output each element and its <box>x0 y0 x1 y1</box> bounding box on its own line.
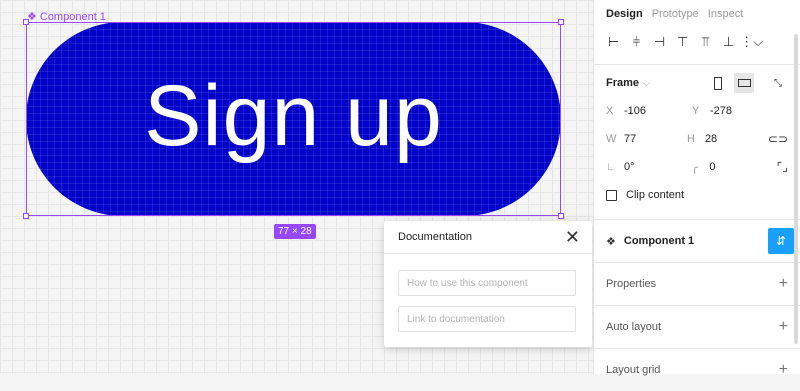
align-left-icon[interactable]: ⊢ <box>602 34 625 50</box>
component-label-text: Component 1 <box>39 10 106 23</box>
constrain-proportions-icon[interactable]: ⊂⊃ <box>768 132 788 146</box>
size-badge: 77 × 28 <box>274 224 316 239</box>
independent-corners-icon[interactable]: ⌜⌟ <box>777 160 788 174</box>
tab-design[interactable]: Design <box>606 8 643 20</box>
resize-handle-bottom-left[interactable] <box>23 213 29 219</box>
documentation-popup: Documentation ✕ How to use this componen… <box>384 221 592 347</box>
align-top-icon[interactable]: ⊤ <box>671 34 694 50</box>
properties-label: Properties <box>606 278 657 290</box>
height-input[interactable]: 28 <box>705 133 717 145</box>
landscape-icon[interactable] <box>734 73 754 93</box>
rotation-input[interactable]: 0° <box>624 161 635 173</box>
resize-handle-top-right[interactable] <box>558 19 564 25</box>
add-property-icon[interactable]: + <box>779 275 788 293</box>
rotation-radius-row: ∟ 0° ╭ 0 ⌜⌟ <box>594 153 800 181</box>
y-label: Y <box>692 105 700 117</box>
frame-header: Frame ⌵ ⤡ <box>594 69 800 97</box>
documentation-link-field[interactable]: Link to documentation <box>398 306 576 332</box>
component-section: ❖ Component 1 ⇵ <box>594 219 800 262</box>
add-auto-layout-icon[interactable]: + <box>779 318 788 336</box>
component-name[interactable]: Component 1 <box>624 235 694 247</box>
h-label: H <box>686 133 695 145</box>
corner-radius-input[interactable]: 0 <box>709 161 715 173</box>
portrait-icon[interactable] <box>708 73 728 93</box>
layout-grid-label: Layout grid <box>606 364 661 376</box>
corner-radius-icon: ╭ <box>691 161 698 174</box>
auto-layout-label: Auto layout <box>606 321 662 333</box>
clip-content-label[interactable]: Clip content <box>626 189 684 201</box>
x-input[interactable]: -106 <box>624 105 646 117</box>
y-input[interactable]: -278 <box>710 105 732 117</box>
usage-description-field[interactable]: How to use this component <box>398 270 576 296</box>
design-canvas[interactable]: ❖ Component 1 Sign up 77 × 28 Documentat… <box>0 0 593 374</box>
clip-content-row: Clip content <box>594 181 800 209</box>
add-layout-grid-icon[interactable]: + <box>779 361 788 379</box>
close-icon[interactable]: ✕ <box>565 228 580 246</box>
auto-layout-section: Auto layout + <box>594 305 800 348</box>
align-bottom-icon[interactable]: ⊥ <box>717 34 740 50</box>
width-input[interactable]: 77 <box>624 133 636 145</box>
tab-prototype[interactable]: Prototype <box>652 8 699 20</box>
alignment-toolbar: ⊢ ⫩ ⊣ ⊤ ⫪ ⊥ ⋮⌵ <box>594 20 800 50</box>
distribute-icon[interactable]: ⋮⌵ <box>740 34 763 50</box>
align-right-icon[interactable]: ⊣ <box>648 34 671 50</box>
align-vertical-center-icon[interactable]: ⫪ <box>694 34 717 50</box>
resize-to-fit-icon[interactable]: ⤡ <box>768 73 788 93</box>
component-icon: ❖ <box>606 235 616 248</box>
clip-content-checkbox[interactable] <box>606 189 617 201</box>
layout-grid-section: Layout grid + <box>594 348 800 391</box>
rotation-icon: ∟ <box>606 161 617 173</box>
position-row: X -106 Y -278 <box>594 97 800 125</box>
divider <box>594 64 800 65</box>
panel-tabs: Design Prototype Inspect <box>594 0 800 20</box>
panel-scrollbar[interactable] <box>794 34 798 344</box>
x-label: X <box>606 105 614 117</box>
properties-section: Properties + <box>594 262 800 305</box>
resize-handle-bottom-right[interactable] <box>558 213 564 219</box>
selection-box <box>26 22 561 216</box>
align-horizontal-center-icon[interactable]: ⫩ <box>625 34 648 50</box>
documentation-title: Documentation <box>398 231 472 243</box>
w-label: W <box>606 133 617 145</box>
resize-handle-top-left[interactable] <box>23 19 29 25</box>
component-properties-button[interactable]: ⇵ <box>768 228 794 254</box>
size-row: W 77 H 28 ⊂⊃ <box>594 125 800 153</box>
frame-title[interactable]: Frame <box>606 77 639 89</box>
chevron-down-icon[interactable]: ⌵ <box>643 78 650 89</box>
tab-inspect[interactable]: Inspect <box>708 8 743 20</box>
properties-panel: Design Prototype Inspect ⊢ ⫩ ⊣ ⊤ ⫪ ⊥ ⋮⌵ … <box>593 0 800 378</box>
